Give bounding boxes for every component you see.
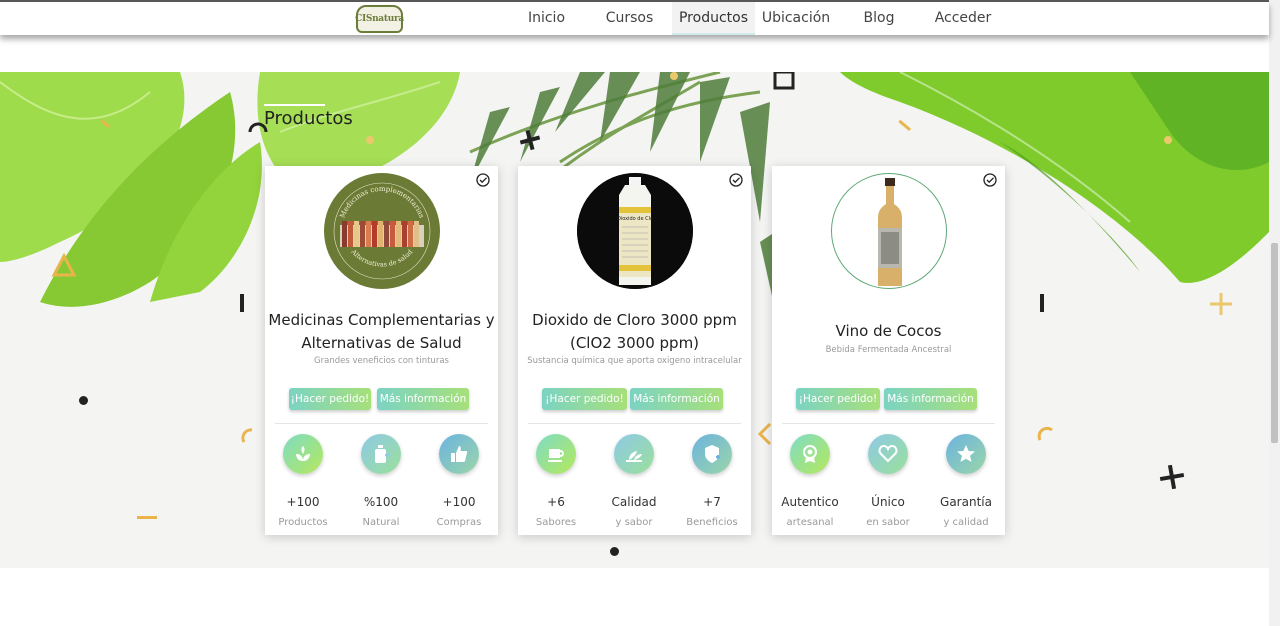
nav-item-inicio[interactable]: Inicio <box>519 2 574 35</box>
nav-item-ubicacion[interactable]: Ubicación <box>757 2 835 35</box>
feature-value: Único <box>871 495 905 509</box>
product-card-dioxido: Dioxido de Clo Dioxido de Cloro 3000 ppm… <box>518 166 751 535</box>
carousel-dot[interactable] <box>610 547 619 556</box>
award-icon[interactable] <box>790 434 830 474</box>
product-subtitle: Bebida Fermentada Ancestral <box>825 345 952 355</box>
plant-icon[interactable] <box>283 434 323 474</box>
check-circle-icon[interactable] <box>476 173 490 187</box>
shield-plus-icon[interactable] <box>692 434 732 474</box>
brand-logo[interactable]: CISnatura <box>355 5 404 33</box>
star-icon[interactable] <box>946 434 986 474</box>
feature-label: Beneficios <box>686 517 738 528</box>
feature-label: en sabor <box>866 517 910 528</box>
cup-icon[interactable] <box>536 434 576 474</box>
feature-value: +100 <box>286 495 320 509</box>
feature-value: +100 <box>442 495 476 509</box>
thumbs-up-icon[interactable] <box>439 434 479 474</box>
order-button[interactable]: ¡Hacer pedido! <box>289 388 371 410</box>
card-divider <box>782 423 995 424</box>
feature-label: Natural <box>362 517 400 528</box>
product-card-medicinas: Medicinas complementarias Alternativas d… <box>265 166 498 535</box>
product-image-dioxido[interactable]: Dioxido de Clo <box>577 173 693 289</box>
product-subtitle: Grandes veneficios con tinturas <box>314 356 449 366</box>
more-info-button[interactable]: Más información <box>884 388 977 410</box>
more-info-button[interactable]: Más información <box>377 388 469 410</box>
feature-value: %100 <box>363 495 399 509</box>
top-navbar: CISnatura Inicio Cursos Productos Ubicac… <box>0 2 1269 35</box>
section-title: Productos <box>264 108 353 129</box>
feature-label: Sabores <box>535 517 577 528</box>
product-image-medicinas[interactable]: Medicinas complementarias Alternativas d… <box>324 173 440 289</box>
scrollbar-thumb[interactable] <box>1271 243 1278 443</box>
nav-item-productos[interactable]: Productos <box>672 2 755 35</box>
product-name: Dioxido de Cloro 3000 ppm (ClO2 3000 ppm) <box>518 309 751 355</box>
order-button[interactable]: ¡Hacer pedido! <box>796 388 880 410</box>
leaf-icon[interactable] <box>614 434 654 474</box>
order-button[interactable]: ¡Hacer pedido! <box>542 388 627 410</box>
section-title-underline <box>264 104 325 106</box>
nav-item-blog[interactable]: Blog <box>855 2 903 35</box>
product-card-vino: Vino de Cocos Bebida Fermentada Ancestra… <box>772 166 1005 535</box>
feature-value: +6 <box>547 495 565 509</box>
feature-value: Calidad <box>611 495 657 509</box>
more-info-button[interactable]: Más información <box>630 388 723 410</box>
feature-label: y sabor <box>615 517 653 528</box>
product-name-line2: Alternativas de Salud <box>301 334 462 352</box>
nav-item-cursos[interactable]: Cursos <box>598 2 661 35</box>
vertical-scrollbar[interactable] <box>1269 0 1280 626</box>
check-circle-icon[interactable] <box>729 173 743 187</box>
feature-value: Autentico <box>781 495 839 509</box>
product-name-line1: Medicinas Complementarias y <box>268 311 495 329</box>
feature-label: Productos <box>278 517 328 528</box>
brand-logo-text: CISnatura <box>355 14 404 24</box>
bottle-label-text: Dioxido de Clo <box>617 216 653 222</box>
product-name: Vino de Cocos <box>835 322 942 340</box>
product-name: Medicinas Complementarias y Alternativas … <box>265 309 498 355</box>
product-name-line1: Dioxido de Cloro 3000 ppm <box>532 311 737 329</box>
card-divider <box>275 423 488 424</box>
feature-label: Compras <box>436 517 482 528</box>
feature-label: y calidad <box>943 517 989 528</box>
feature-value: Garantía <box>940 495 992 509</box>
check-circle-icon[interactable] <box>983 173 997 187</box>
product-name-line2: (ClO2 3000 ppm) <box>569 334 700 352</box>
heart-icon[interactable] <box>868 434 908 474</box>
nav-item-acceder[interactable]: Acceder <box>927 2 999 35</box>
feature-label: artesanal <box>786 517 834 528</box>
bottle-icon[interactable] <box>361 434 401 474</box>
decorative-dot <box>79 396 88 405</box>
product-subtitle: Sustancia química que aporta oxigeno int… <box>527 356 742 366</box>
card-divider <box>528 423 741 424</box>
feature-value: +7 <box>703 495 721 509</box>
product-image-vino[interactable] <box>831 173 947 289</box>
